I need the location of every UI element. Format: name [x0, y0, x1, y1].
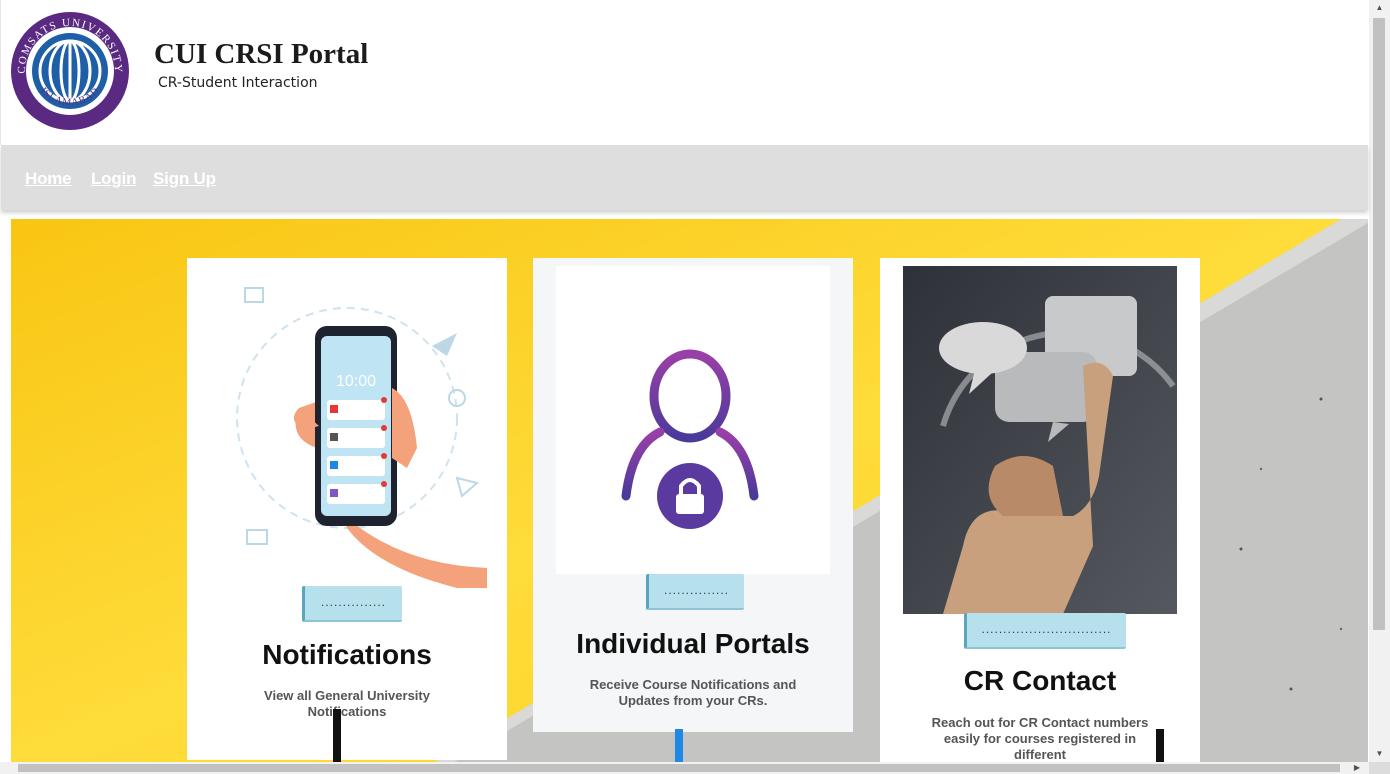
cr-contact-button[interactable]: .............................. — [964, 613, 1126, 649]
notifications-button[interactable]: ............... — [302, 586, 402, 622]
card-title-individual-portals: Individual Portals — [576, 628, 810, 659]
portal-image — [556, 266, 830, 574]
divider-bar-center — [675, 729, 683, 764]
phone-notifications-illustration: 10:00 — [236, 287, 487, 588]
page-title: CUI CRSI Portal — [154, 38, 369, 70]
hero-section: 10:00 ............... Notifications View… — [11, 219, 1368, 764]
card-cr-contact: .............................. CR Contac… — [880, 258, 1200, 764]
chat-bubbles-hand-photo — [903, 266, 1177, 614]
nav-link-login[interactable]: Login — [91, 169, 136, 189]
scrollbar-corner — [1369, 762, 1390, 774]
divider-bar-left — [333, 709, 341, 764]
card-notifications: 10:00 ............... Notifications View… — [187, 258, 507, 760]
nav-link-signup[interactable]: Sign Up — [153, 169, 216, 189]
horizontal-scroll-thumb[interactable] — [18, 764, 1340, 772]
university-logo: COMSATS UNIVERSITY ISLAMABAD — [11, 12, 129, 130]
page-subtitle: CR-Student Interaction — [158, 75, 318, 91]
scroll-right-arrow-icon[interactable]: ▶ — [1350, 762, 1364, 774]
card-desc-cr-contact: Reach out for CR Contact numbers easily … — [931, 715, 1149, 762]
site-header: COMSATS UNIVERSITY ISLAMABAD CUI CRSI Po… — [0, 0, 1369, 145]
user-lock-icon — [621, 349, 759, 529]
card-title-notifications: Notifications — [262, 639, 432, 670]
nav-link-home[interactable]: Home — [25, 169, 72, 189]
vertical-scroll-thumb[interactable] — [1373, 18, 1385, 630]
card-desc-individual-portals: Receive Course Notifications and Updates… — [589, 677, 797, 708]
vertical-scrollbar[interactable]: ▲ ▼ — [1369, 0, 1390, 774]
card-desc-notifications: View all General University Notification… — [264, 688, 430, 719]
scroll-down-arrow-icon[interactable]: ▼ — [1369, 746, 1390, 762]
horizontal-scrollbar[interactable]: ▶ — [0, 762, 1369, 774]
phone-time: 10:00 — [336, 373, 376, 390]
card-individual-portals: ............... Individual Portals Recei… — [533, 258, 853, 732]
scroll-up-arrow-icon[interactable]: ▲ — [1369, 0, 1390, 16]
card-title-cr-contact: CR Contact — [963, 665, 1117, 696]
divider-bar-right — [1156, 729, 1164, 764]
main-nav: Home Login Sign Up — [1, 145, 1368, 210]
individual-portals-button[interactable]: ............... — [646, 574, 744, 610]
